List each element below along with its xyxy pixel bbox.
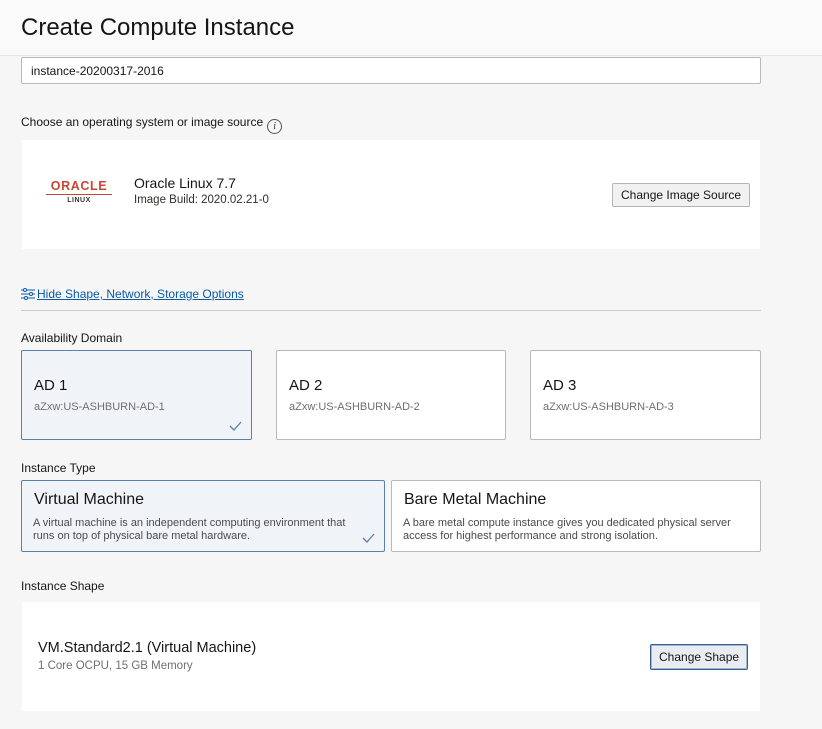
availability-domain-label: Availability Domain: [21, 331, 123, 345]
image-source-label: Choose an operating system or image sour…: [21, 115, 283, 134]
change-shape-button[interactable]: Change Shape: [650, 644, 749, 670]
instance-name-input[interactable]: [21, 57, 761, 84]
hide-options-link[interactable]: Hide Shape, Network, Storage Options: [21, 287, 244, 301]
change-image-source-button[interactable]: Change Image Source: [612, 183, 751, 207]
oracle-logo-sub: LINUX: [67, 197, 91, 204]
instance-type-label: Instance Type: [21, 461, 96, 475]
section-divider: [21, 310, 761, 311]
ad-card-sub: aZxw:US-ASHBURN-AD-1: [34, 401, 165, 413]
instance-type-virtual-machine[interactable]: Virtual Machine A virtual machine is an …: [21, 480, 385, 552]
shape-panel: VM.Standard2.1 (Virtual Machine) 1 Core …: [22, 602, 760, 711]
checkmark-icon: [229, 421, 242, 431]
oracle-linux-logo: ORACLE LINUX: [46, 180, 112, 204]
ad-card-title: AD 3: [543, 377, 577, 394]
hide-options-link-text: Hide Shape, Network, Storage Options: [37, 287, 244, 301]
page-title: Create Compute Instance: [21, 14, 295, 41]
instance-type-title: Bare Metal Machine: [404, 491, 547, 508]
instance-shape-label: Instance Shape: [21, 579, 105, 593]
ad-card-sub: aZxw:US-ASHBURN-AD-3: [543, 401, 674, 413]
sliders-icon: [21, 288, 35, 300]
shape-name: VM.Standard2.1 (Virtual Machine): [38, 640, 257, 656]
image-source-label-text: Choose an operating system or image sour…: [21, 115, 264, 129]
checkmark-icon: [362, 533, 375, 543]
instance-type-desc: A bare metal compute instance gives you …: [403, 517, 731, 542]
info-icon[interactable]: i: [267, 119, 283, 134]
ad-card-sub: aZxw:US-ASHBURN-AD-2: [289, 401, 420, 413]
image-build: Image Build: 2020.02.21-0: [134, 194, 269, 206]
ad-card-title: AD 2: [289, 377, 323, 394]
ad-card-1[interactable]: AD 1 aZxw:US-ASHBURN-AD-1: [21, 350, 252, 440]
ad-card-title: AD 1: [34, 377, 68, 394]
page-header: Create Compute Instance: [0, 0, 822, 56]
shape-details: 1 Core OCPU, 15 GB Memory: [38, 660, 193, 672]
ad-card-3[interactable]: AD 3 aZxw:US-ASHBURN-AD-3: [530, 350, 761, 440]
image-panel: ORACLE LINUX Oracle Linux 7.7 Image Buil…: [22, 140, 760, 249]
instance-type-bare-metal[interactable]: Bare Metal Machine A bare metal compute …: [391, 480, 761, 552]
instance-type-desc: A virtual machine is an independent comp…: [33, 517, 346, 542]
oracle-logo-word: ORACLE: [46, 180, 112, 195]
ad-card-2[interactable]: AD 2 aZxw:US-ASHBURN-AD-2: [276, 350, 506, 440]
image-name: Oracle Linux 7.7: [134, 175, 236, 191]
instance-type-title: Virtual Machine: [34, 491, 144, 508]
